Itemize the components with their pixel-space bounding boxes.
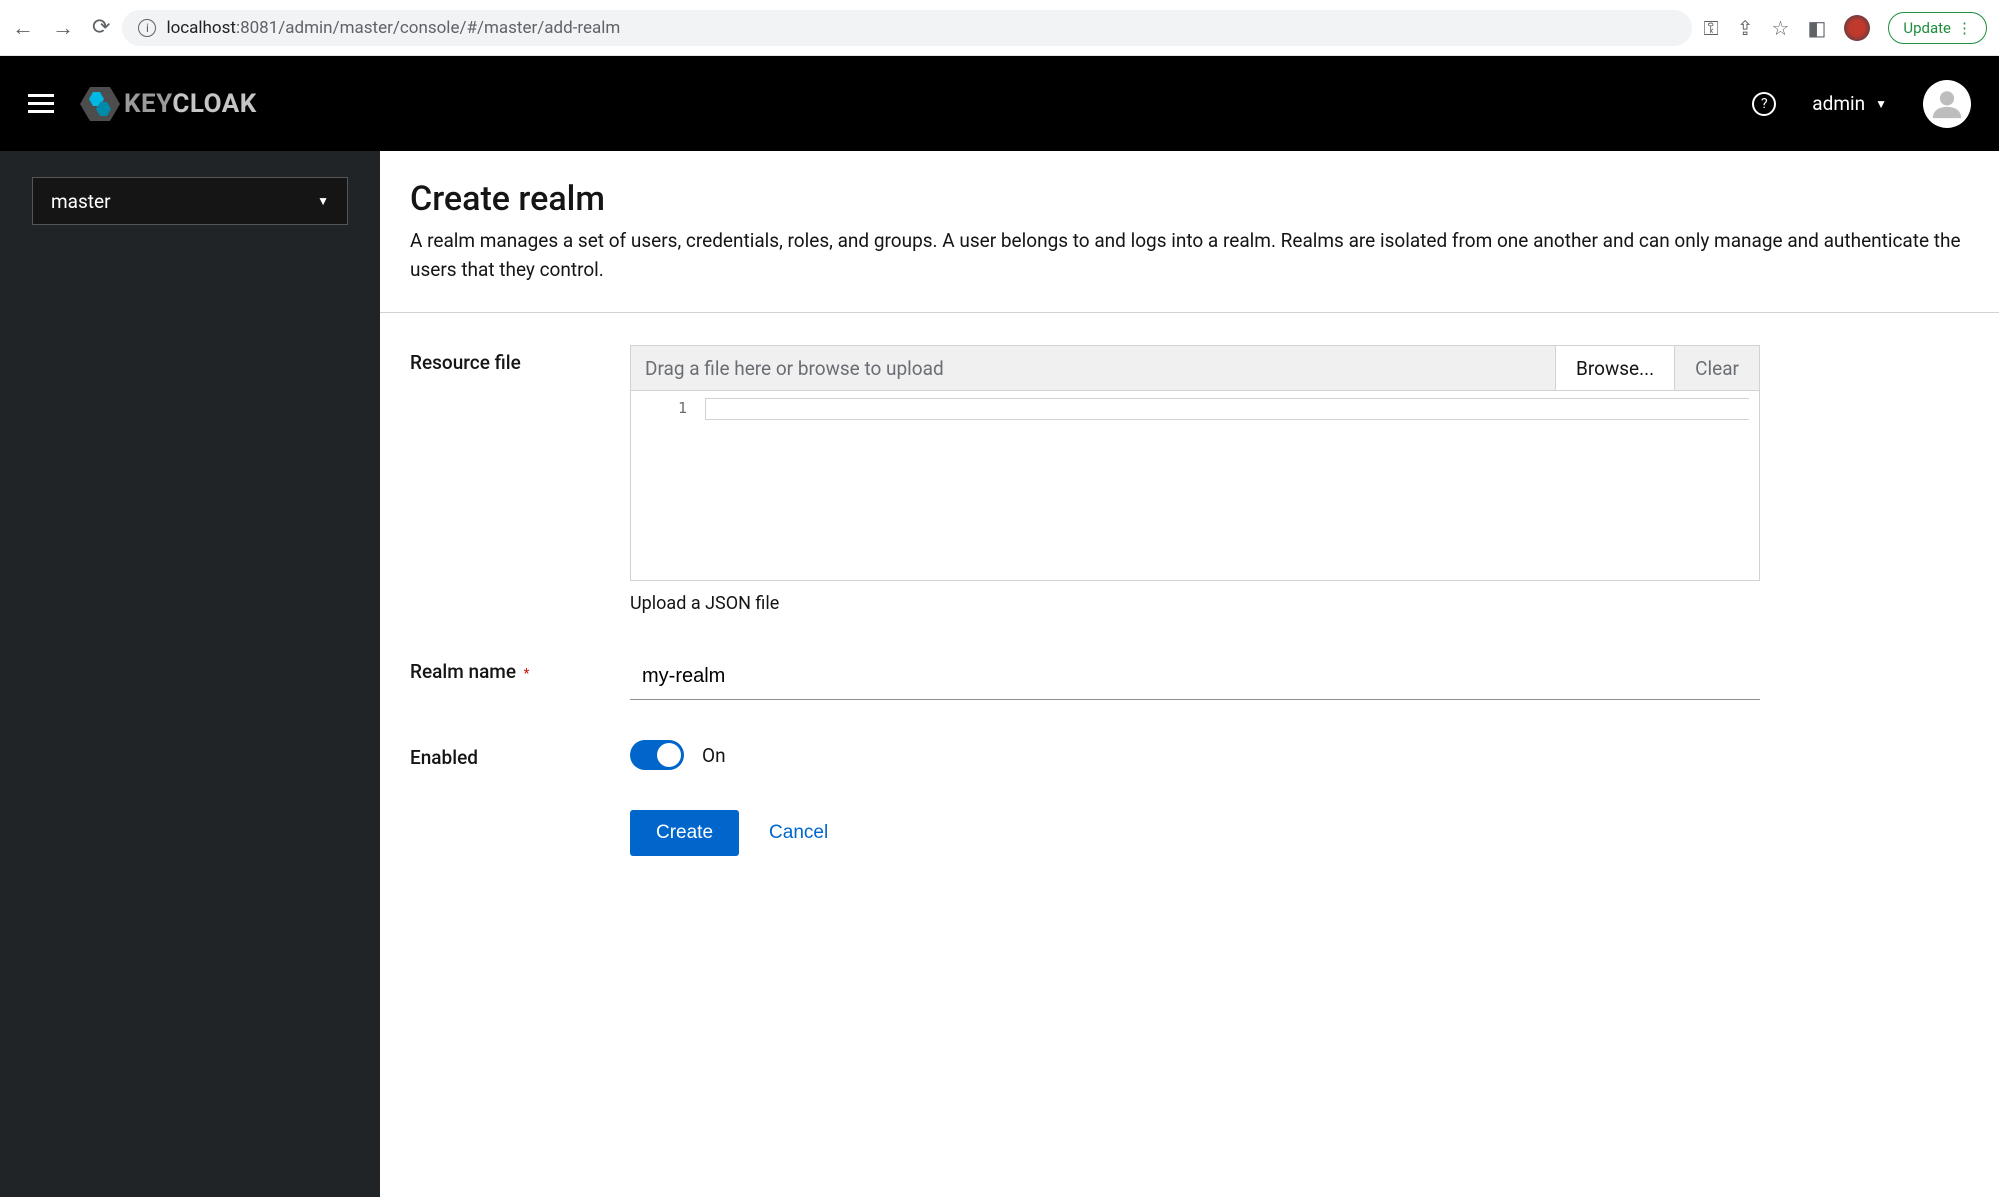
required-indicator: * — [524, 666, 530, 682]
file-hint: Upload a JSON file — [630, 593, 1760, 614]
cancel-button[interactable]: Cancel — [769, 822, 828, 844]
file-drop-zone[interactable]: Drag a file here or browse to upload — [631, 346, 1555, 390]
more-icon: ⋮ — [1957, 19, 1972, 37]
create-button[interactable]: Create — [630, 810, 739, 856]
enabled-toggle[interactable] — [630, 740, 684, 770]
logo-text-a: KEY — [124, 89, 172, 119]
resource-file-label: Resource file — [410, 351, 521, 374]
enabled-state-label: On — [702, 744, 726, 767]
update-label: Update — [1903, 19, 1951, 37]
browser-update-button[interactable]: Update ⋮ — [1888, 12, 1987, 44]
user-menu[interactable]: admin ▼ — [1812, 92, 1887, 115]
forward-icon[interactable]: → — [52, 15, 74, 41]
menu-toggle-icon[interactable] — [28, 94, 54, 113]
site-info-icon[interactable]: i — [138, 19, 156, 37]
browse-button[interactable]: Browse... — [1555, 346, 1674, 390]
enabled-label: Enabled — [410, 746, 478, 769]
caret-down-icon: ▼ — [317, 194, 329, 208]
key-icon[interactable]: ⚿ — [1704, 16, 1719, 40]
url-bar[interactable]: i localhost:8081/admin/master/console/#/… — [122, 10, 1691, 46]
url-host: localhost — [166, 18, 236, 38]
realm-name-input[interactable] — [630, 654, 1760, 700]
code-editor[interactable]: 1 — [630, 391, 1760, 581]
panel-icon[interactable]: ◧ — [1807, 16, 1826, 40]
browser-chrome: ← → ⟳ i localhost:8081/admin/master/cons… — [0, 0, 1999, 56]
page-title: Create realm — [410, 179, 1969, 219]
clear-button[interactable]: Clear — [1674, 346, 1759, 390]
sidebar: master ▼ — [0, 151, 380, 1197]
reload-icon[interactable]: ⟳ — [92, 15, 110, 40]
main-content: Create realm A realm manages a set of us… — [380, 151, 1999, 1197]
browser-profile-icon[interactable] — [1844, 15, 1870, 41]
keycloak-logo-icon — [80, 87, 120, 121]
caret-down-icon: ▼ — [1875, 97, 1887, 111]
url-path: :8081/admin/master/console/#/master/add-… — [236, 18, 620, 38]
keycloak-logo[interactable]: KEYCLOAK — [80, 87, 257, 121]
realm-selector[interactable]: master ▼ — [32, 177, 348, 225]
page-description: A realm manages a set of users, credenti… — [410, 227, 1969, 284]
toggle-knob — [657, 743, 681, 767]
app-header: KEYCLOAK ? admin ▼ — [0, 56, 1999, 151]
realm-selected-label: master — [51, 190, 111, 213]
bookmark-icon[interactable]: ☆ — [1772, 16, 1790, 40]
line-number: 1 — [631, 399, 687, 417]
username: admin — [1812, 92, 1865, 115]
avatar[interactable] — [1923, 80, 1971, 128]
realm-name-label: Realm name — [410, 660, 516, 683]
back-icon[interactable]: ← — [12, 15, 34, 41]
editor-gutter: 1 — [631, 391, 705, 580]
logo-text-b: CLOAK — [172, 89, 256, 119]
share-icon[interactable]: ⇪ — [1737, 16, 1754, 40]
help-icon[interactable]: ? — [1752, 92, 1776, 116]
